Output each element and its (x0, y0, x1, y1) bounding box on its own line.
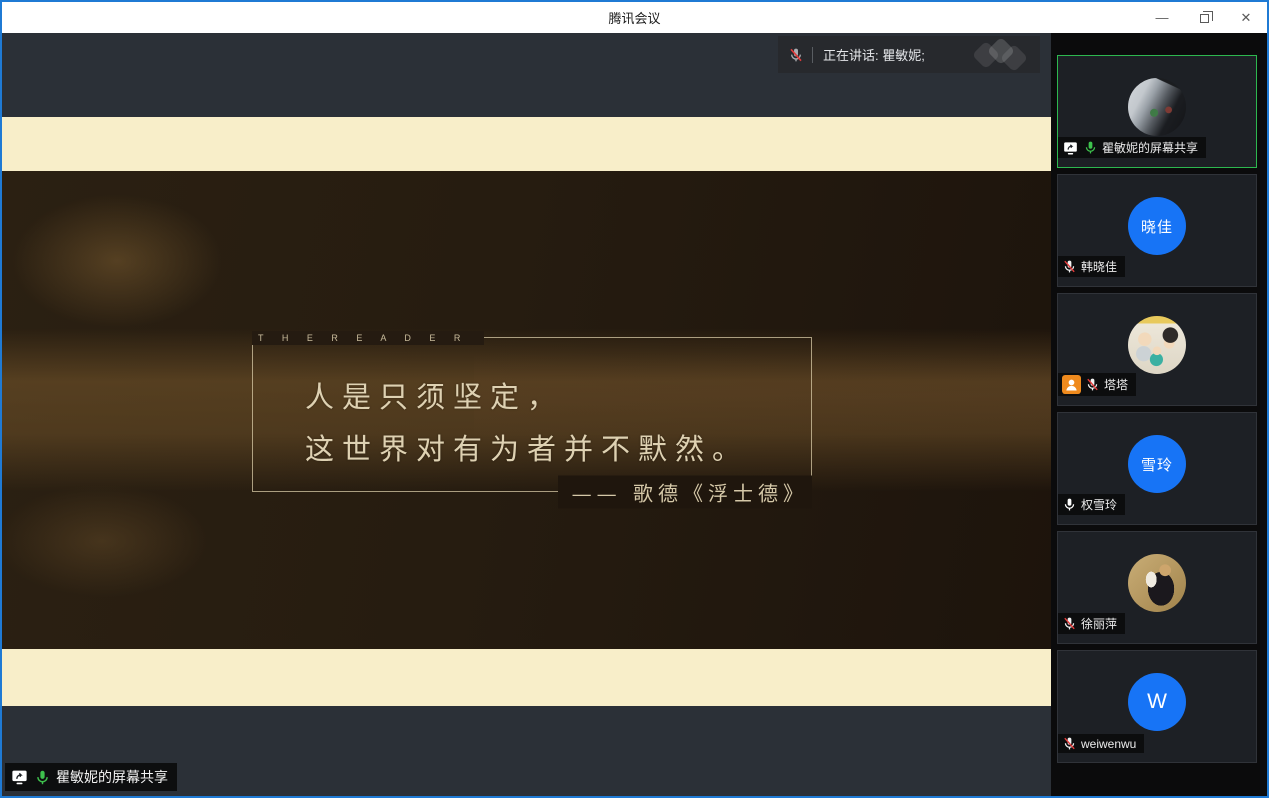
host-badge-icon (1062, 375, 1081, 394)
slide-cream-band-bottom (2, 649, 1051, 706)
quote-kicker: T H E R E A D E R (252, 331, 484, 345)
speaking-indicator-text: 正在讲话: 瞿敏妮; (823, 45, 925, 64)
participant-tile[interactable]: 瞿敏妮的屏幕共享 (1057, 55, 1257, 168)
slide-cream-band-top (2, 117, 1051, 171)
app-window: 腾讯会议 — ✕ 正在讲话: 瞿敏妮; T H E (0, 0, 1269, 798)
mic-icon (1062, 259, 1077, 274)
participant-name: weiwenwu (1081, 737, 1136, 751)
window-title: 腾讯会议 (2, 8, 1267, 27)
avatar: 晓佳 (1128, 197, 1186, 255)
share-source-label: 瞿敏妮的屏幕共享 (56, 767, 168, 787)
screen-share-icon (1062, 140, 1079, 156)
speaking-indicator-toast: 正在讲话: 瞿敏妮; (778, 36, 1040, 73)
shared-slide: T H E R E A D E R 人是只须坚定， 这世界对有为者并不默然。 —… (2, 171, 1051, 649)
quote-line-2: 这世界对有为者并不默然。 (305, 426, 749, 468)
shared-screen-top-margin: 正在讲话: 瞿敏妮; (2, 33, 1051, 117)
mic-icon (34, 769, 51, 786)
participant-name: 徐丽萍 (1081, 615, 1117, 632)
participant-name: 瞿敏妮的屏幕共享 (1102, 139, 1198, 156)
participant-name: 塔塔 (1104, 376, 1128, 393)
participant-name-tag: weiwenwu (1058, 734, 1144, 753)
share-source-overlay: 瞿敏妮的屏幕共享 (5, 763, 177, 791)
avatar (1128, 78, 1186, 136)
meeting-content: 正在讲话: 瞿敏妮; T H E R E A D E R 人是只须坚定， 这世界… (2, 33, 1267, 796)
mic-icon (1062, 497, 1077, 512)
quote-frame: T H E R E A D E R 人是只须坚定， 这世界对有为者并不默然。 —… (252, 337, 812, 492)
quote-attribution: —— 歌德《浮士德》 (558, 476, 812, 509)
participants-sidebar[interactable]: 瞿敏妮的屏幕共享 晓佳 韩晓佳 塔塔 雪玲 (1051, 33, 1267, 796)
avatar (1128, 316, 1186, 374)
restore-icon (1200, 14, 1209, 23)
avatar: W (1128, 673, 1186, 731)
tencent-meeting-logo-icon (972, 40, 1030, 70)
mic-icon (1083, 140, 1098, 155)
avatar: 雪玲 (1128, 435, 1186, 493)
mic-icon (1085, 377, 1100, 392)
screen-share-icon (10, 768, 29, 786)
avatar (1128, 554, 1186, 612)
participant-name-tag: 徐丽萍 (1058, 613, 1125, 634)
participant-name: 权雪玲 (1081, 496, 1117, 513)
participant-tile[interactable]: 塔塔 (1057, 293, 1257, 406)
mic-icon (1062, 736, 1077, 751)
participant-tile[interactable]: 晓佳 韩晓佳 (1057, 174, 1257, 287)
title-bar: 腾讯会议 — ✕ (2, 2, 1267, 33)
participant-name-tag: 韩晓佳 (1058, 256, 1125, 277)
participant-tile[interactable]: 雪玲 权雪玲 (1057, 412, 1257, 525)
mic-icon (1062, 616, 1077, 631)
shared-screen-area: 正在讲话: 瞿敏妮; T H E R E A D E R 人是只须坚定， 这世界… (2, 33, 1051, 796)
participant-name-tag: 瞿敏妮的屏幕共享 (1058, 137, 1206, 158)
quote-line-1: 人是只须坚定， (305, 374, 564, 416)
participant-name-tag: 塔塔 (1058, 373, 1136, 396)
participant-name-tag: 权雪玲 (1058, 494, 1125, 515)
toast-divider (812, 47, 813, 63)
participant-name: 韩晓佳 (1081, 258, 1117, 275)
mic-icon (788, 47, 804, 63)
participant-tile[interactable]: W weiwenwu (1057, 650, 1257, 763)
participant-list: 瞿敏妮的屏幕共享 晓佳 韩晓佳 塔塔 雪玲 (1057, 55, 1267, 763)
participant-tile[interactable]: 徐丽萍 (1057, 531, 1257, 644)
